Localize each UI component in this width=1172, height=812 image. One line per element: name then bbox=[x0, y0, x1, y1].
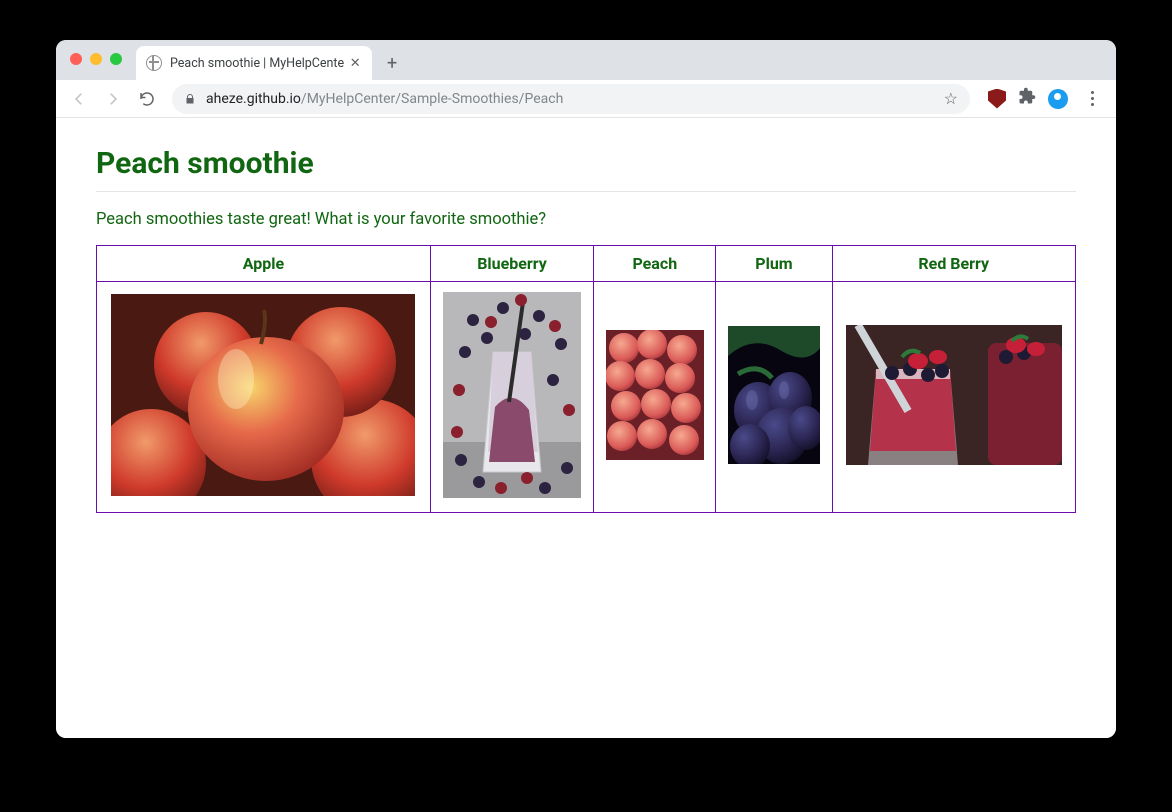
peach-link[interactable]: Peach bbox=[632, 254, 677, 273]
tabs-strip: Peach smoothie | MyHelpCente ✕ + bbox=[136, 46, 406, 80]
peach-image bbox=[606, 330, 704, 460]
column-header-blueberry: Blueberry bbox=[430, 246, 593, 282]
chrome-menu-button[interactable] bbox=[1080, 85, 1104, 112]
forward-button[interactable] bbox=[98, 84, 128, 114]
cell-apple bbox=[97, 282, 431, 513]
url-text: aheze.github.io/MyHelpCenter/Sample-Smoo… bbox=[206, 91, 934, 107]
page-content: Peach smoothie Peach smoothies taste gre… bbox=[56, 118, 1116, 738]
window-controls bbox=[70, 53, 122, 65]
blueberry-image bbox=[443, 292, 581, 498]
arrow-left-icon bbox=[70, 90, 88, 108]
globe-icon bbox=[146, 55, 162, 71]
tab-title: Peach smoothie | MyHelpCente bbox=[170, 56, 344, 71]
browser-window: Peach smoothie | MyHelpCente ✕ + aheze.g… bbox=[56, 40, 1116, 738]
url-path: /MyHelpCenter/Sample-Smoothies/Peach bbox=[301, 91, 563, 107]
close-tab-button[interactable]: ✕ bbox=[348, 56, 362, 70]
redberry-image bbox=[846, 325, 1062, 465]
plum-link[interactable]: Plum bbox=[755, 254, 792, 273]
cell-peach bbox=[594, 282, 716, 513]
smoothies-table: Apple Blueberry Peach Plum Red Berry bbox=[96, 245, 1076, 513]
cell-redberry bbox=[832, 282, 1076, 513]
page-title: Peach smoothie bbox=[96, 146, 1076, 192]
ublock-icon[interactable] bbox=[988, 89, 1006, 109]
reload-icon bbox=[138, 90, 156, 108]
extensions-button[interactable] bbox=[1018, 87, 1036, 110]
extension-icons bbox=[980, 85, 1108, 112]
address-bar[interactable]: aheze.github.io/MyHelpCenter/Sample-Smoo… bbox=[172, 84, 970, 114]
arrow-right-icon bbox=[104, 90, 122, 108]
column-header-plum: Plum bbox=[716, 246, 832, 282]
titlebar: Peach smoothie | MyHelpCente ✕ + bbox=[56, 40, 1116, 80]
cell-blueberry bbox=[430, 282, 593, 513]
reload-button[interactable] bbox=[132, 84, 162, 114]
minimize-window-button[interactable] bbox=[90, 53, 102, 65]
back-button[interactable] bbox=[64, 84, 94, 114]
new-tab-button[interactable]: + bbox=[378, 49, 406, 77]
column-header-apple: Apple bbox=[97, 246, 431, 282]
apple-image bbox=[111, 294, 415, 496]
column-header-redberry: Red Berry bbox=[832, 246, 1076, 282]
cell-plum bbox=[716, 282, 832, 513]
close-window-button[interactable] bbox=[70, 53, 82, 65]
column-header-peach: Peach bbox=[594, 246, 716, 282]
blueberry-link[interactable]: Blueberry bbox=[477, 254, 547, 273]
browser-tab[interactable]: Peach smoothie | MyHelpCente ✕ bbox=[136, 46, 372, 80]
table-header-row: Apple Blueberry Peach Plum Red Berry bbox=[97, 246, 1076, 282]
redberry-link[interactable]: Red Berry bbox=[918, 254, 989, 273]
url-host: aheze.github.io bbox=[206, 91, 301, 107]
plum-image bbox=[728, 326, 820, 464]
profile-avatar[interactable] bbox=[1048, 89, 1068, 109]
page-subtitle: Peach smoothies taste great! What is you… bbox=[96, 210, 1076, 229]
bookmark-button[interactable]: ☆ bbox=[944, 89, 958, 108]
table-row bbox=[97, 282, 1076, 513]
maximize-window-button[interactable] bbox=[110, 53, 122, 65]
apple-link[interactable]: Apple bbox=[243, 254, 284, 273]
toolbar: aheze.github.io/MyHelpCenter/Sample-Smoo… bbox=[56, 80, 1116, 118]
lock-icon bbox=[184, 92, 196, 106]
